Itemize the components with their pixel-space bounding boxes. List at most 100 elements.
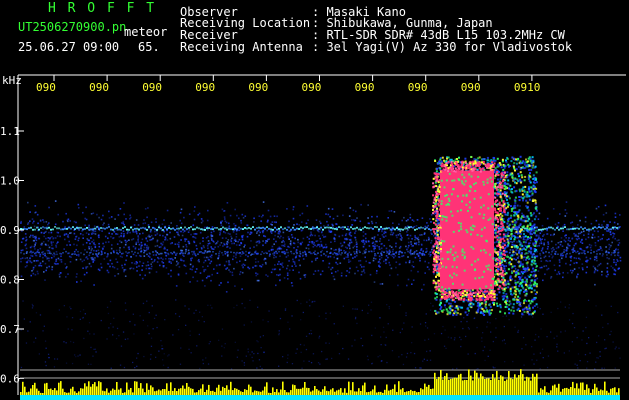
noise-speck: [93, 348, 95, 350]
noise-speck: [130, 267, 133, 269]
noise-speck: [188, 229, 191, 231]
noise-speck: [427, 262, 430, 264]
noise-speck: [360, 203, 362, 206]
noise-speck: [536, 255, 539, 257]
noise-speck: [529, 239, 532, 242]
noise-speck: [546, 248, 549, 250]
carrier-dot: [605, 251, 607, 254]
noise-speck: [124, 275, 127, 277]
carrier-dot: [414, 228, 416, 231]
noise-speck: [205, 237, 208, 239]
carrier-dot: [390, 228, 392, 231]
noise-speck: [598, 264, 600, 266]
noise-speck: [230, 240, 233, 243]
noise-speck: [343, 241, 346, 244]
noise-speck: [249, 354, 251, 356]
echo-speck: [517, 172, 520, 175]
noise-speck: [279, 317, 282, 320]
noise-speck: [335, 248, 337, 251]
noise-speck: [189, 268, 192, 270]
noise-speck: [476, 326, 478, 329]
noise-speck: [392, 222, 394, 224]
noise-speck: [257, 341, 259, 343]
noise-speck: [565, 256, 567, 258]
noise-speck: [175, 264, 178, 267]
noise-speck: [468, 328, 470, 330]
noise-speck: [307, 244, 309, 246]
noise-speck: [145, 246, 148, 249]
noise-speck: [86, 238, 89, 240]
noise-speck: [385, 336, 387, 339]
noise-speck: [42, 219, 44, 221]
noise-speck: [239, 271, 242, 273]
noise-speck: [54, 223, 57, 226]
noise-speck: [262, 214, 264, 217]
noise-speck: [303, 274, 306, 277]
noise-speck: [401, 219, 403, 222]
noise-speck: [227, 253, 229, 256]
noise-speck: [140, 241, 143, 244]
noise-speck: [51, 268, 53, 271]
noise-speck: [579, 241, 582, 243]
carrier-dot: [224, 250, 226, 253]
noise-speck: [541, 248, 544, 250]
noise-speck: [536, 277, 539, 280]
echo-speck: [528, 198, 531, 201]
noise-speck: [156, 230, 158, 233]
noise-speck: [356, 308, 358, 310]
noise-speck: [227, 241, 230, 244]
noise-speck: [370, 301, 373, 303]
noise-speck: [574, 234, 577, 237]
noise-speck: [356, 243, 358, 245]
noise-speck: [45, 237, 47, 240]
noise-speck: [547, 241, 549, 243]
noise-speck: [282, 239, 284, 242]
noise-speck: [272, 248, 274, 251]
noise-speck: [408, 244, 410, 247]
noise-speck: [230, 368, 233, 370]
noise-speck: [612, 236, 614, 239]
noise-speck: [604, 348, 606, 350]
noise-speck: [34, 264, 37, 267]
noise-speck: [340, 245, 343, 248]
echo-speck: [531, 256, 534, 259]
noise-speck: [576, 250, 579, 253]
noise-speck: [594, 236, 596, 239]
noise-speck: [45, 347, 47, 349]
carrier-dot: [419, 251, 421, 254]
carrier-dot: [552, 227, 554, 230]
carrier-dot: [335, 252, 337, 255]
noise-speck: [539, 237, 541, 240]
noise-speck: [224, 218, 226, 220]
noise-speck: [193, 250, 195, 253]
noise-speck: [295, 249, 298, 251]
noise-speck: [204, 268, 207, 271]
noise-speck: [311, 260, 313, 263]
noise-speck: [281, 264, 283, 266]
carrier-dot: [182, 228, 184, 231]
noise-speck: [155, 254, 157, 256]
carrier-dot: [120, 228, 122, 231]
noise-speck: [147, 248, 149, 250]
carrier-dot: [156, 229, 158, 231]
echo-speck: [526, 238, 529, 240]
noise-speck: [349, 234, 351, 237]
echo-speck: [507, 280, 510, 283]
noise-speck: [154, 234, 157, 236]
carrier-dot: [382, 227, 384, 230]
noise-speck: [412, 279, 415, 281]
noise-speck: [539, 352, 542, 354]
carrier-dot: [572, 228, 574, 230]
noise-speck: [85, 242, 88, 244]
noise-speck: [397, 233, 400, 236]
noise-speck: [593, 258, 596, 261]
noise-speck: [309, 234, 312, 237]
noise-speck: [150, 234, 153, 237]
carrier-dot: [353, 251, 355, 253]
noise-speck: [196, 248, 198, 250]
noise-speck: [142, 319, 144, 321]
echo-speck: [531, 166, 534, 169]
noise-speck: [242, 263, 245, 266]
noise-speck: [430, 302, 432, 304]
echo-speck: [527, 209, 530, 212]
